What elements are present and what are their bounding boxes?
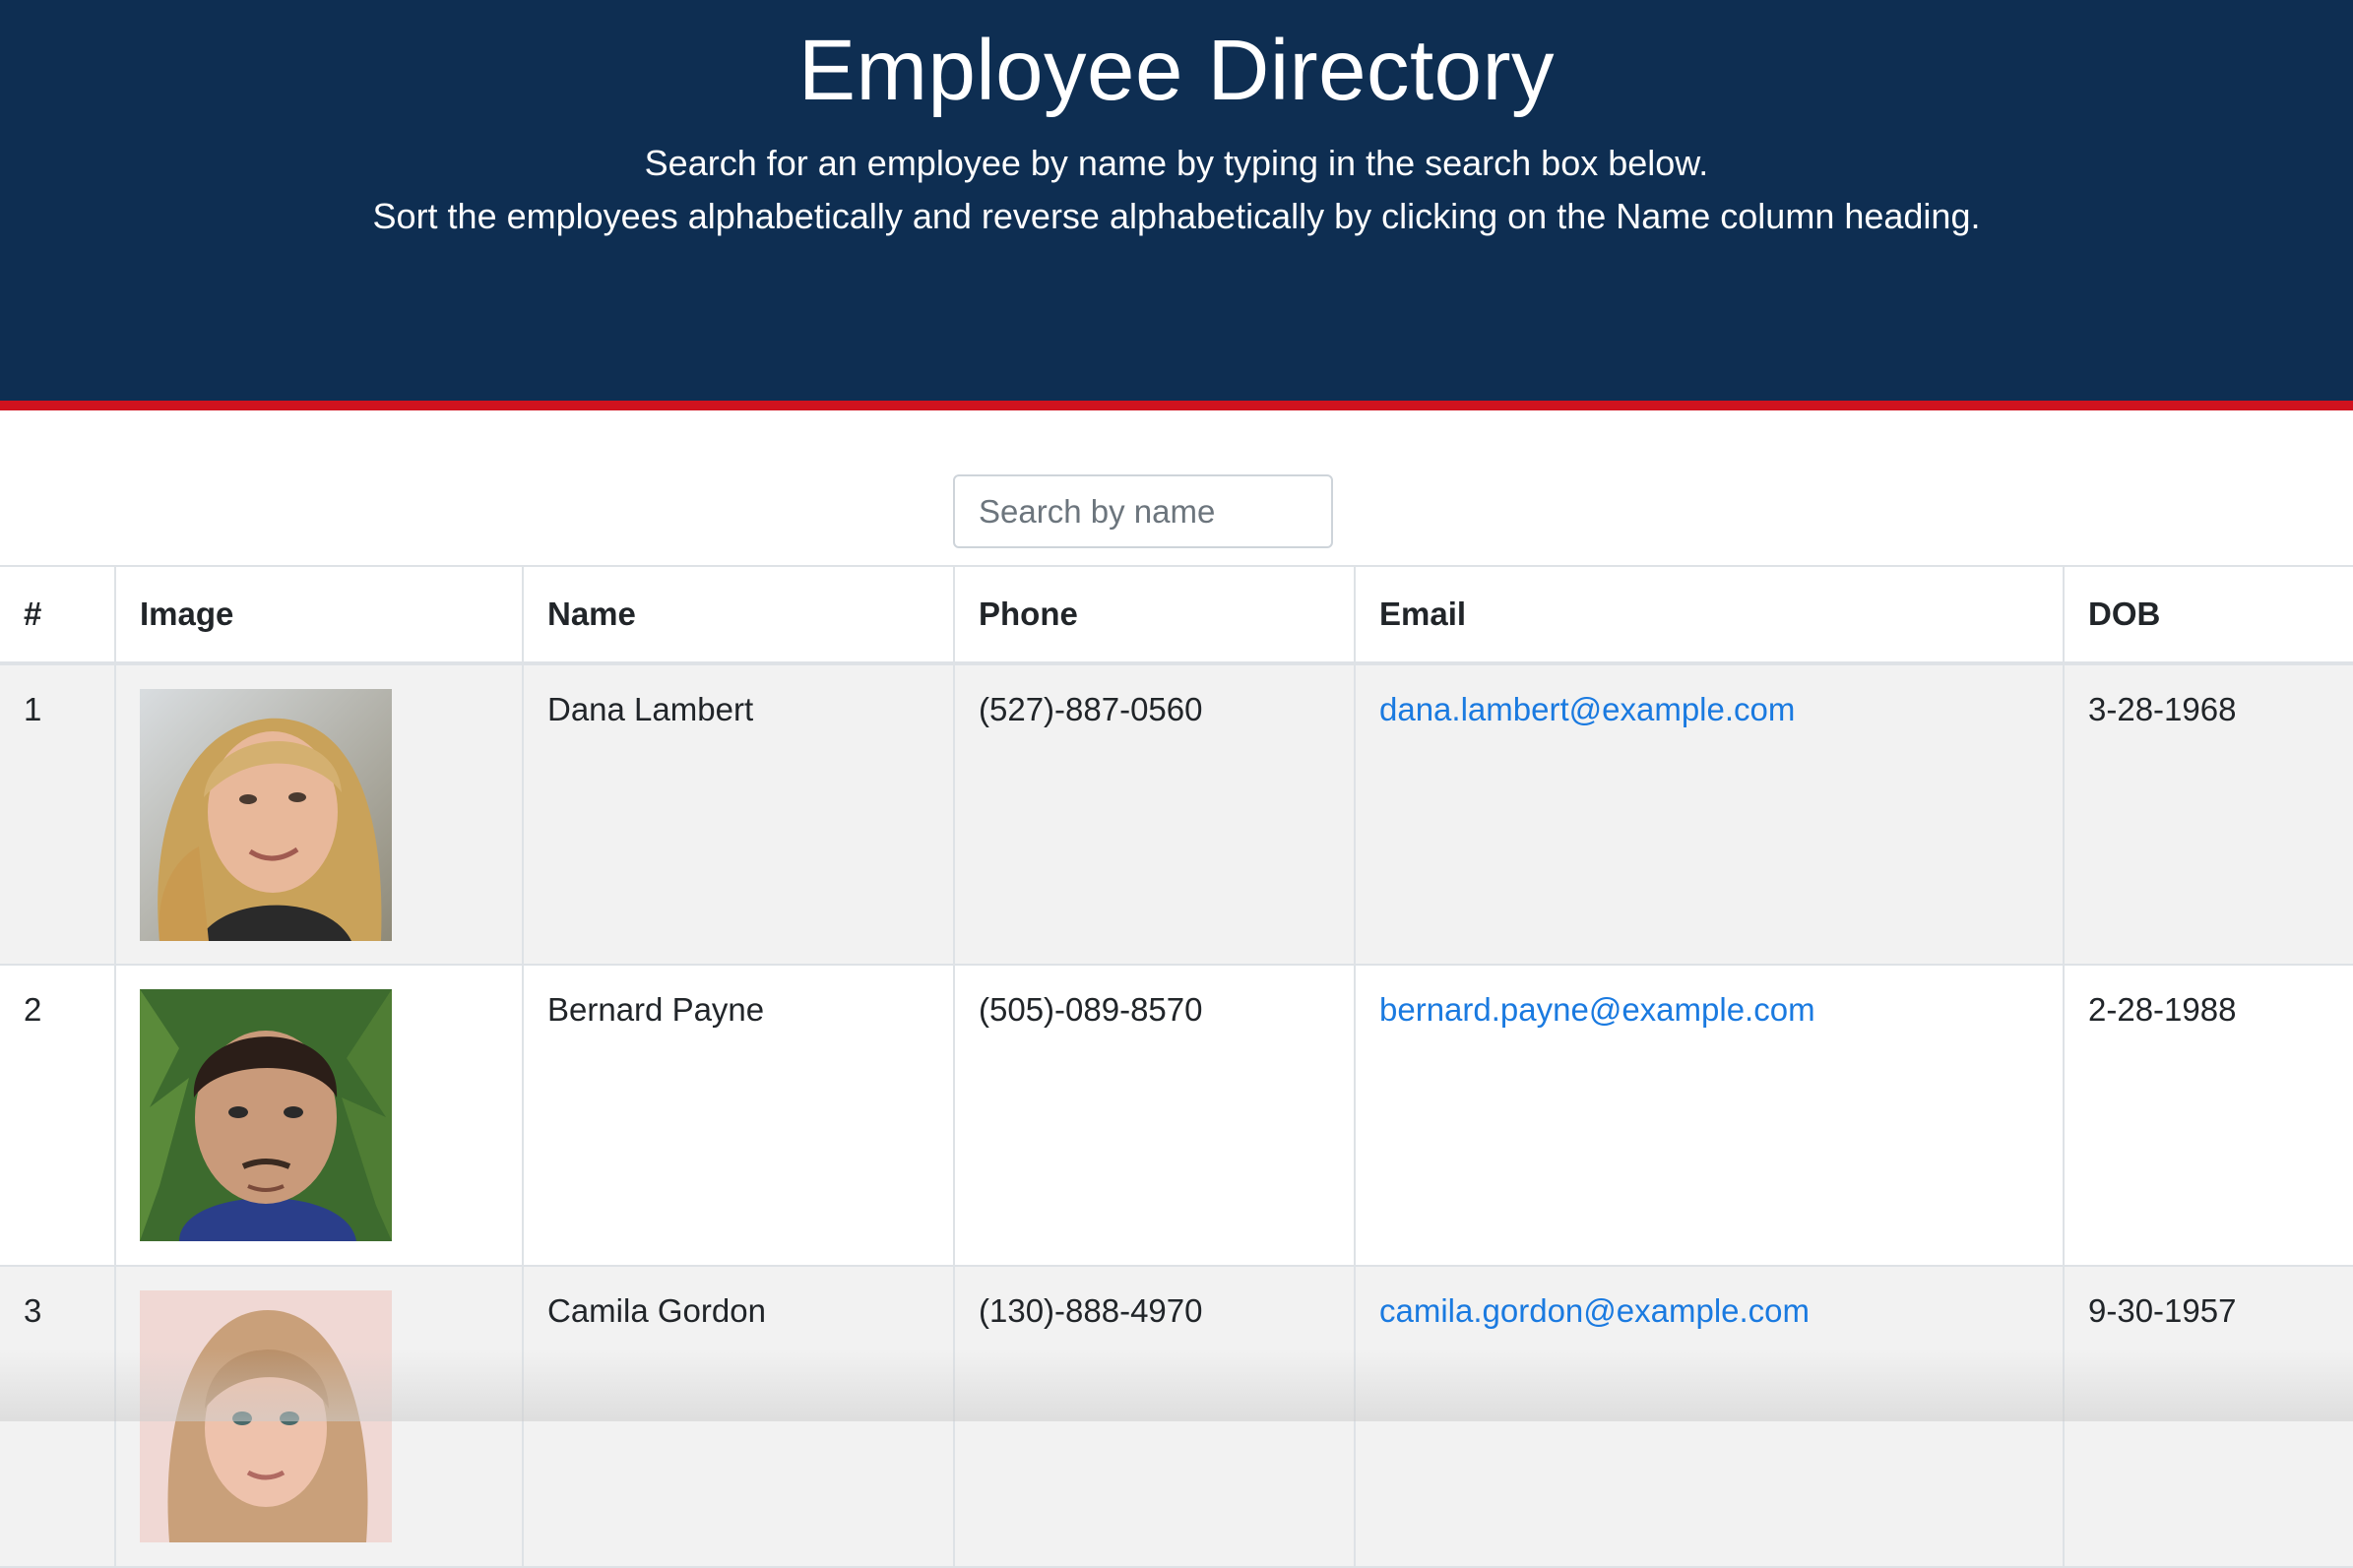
row-email-link[interactable]: bernard.payne@example.com [1379, 991, 1815, 1028]
table-header-row: # Image Name Phone Email DOB [0, 565, 2353, 665]
employee-photo [140, 1290, 392, 1542]
row-name: Camila Gordon [522, 1265, 955, 1568]
column-header-index: # [0, 565, 116, 665]
row-index: 2 [0, 964, 116, 1267]
table-row: 2 Bernard Payne (505)-089-8570 bernard.p [0, 964, 2353, 1267]
row-image-cell [114, 662, 524, 966]
page-subtitle-sort: Sort the employees alphabetically and re… [372, 196, 1981, 236]
row-email-link[interactable]: camila.gordon@example.com [1379, 1292, 1810, 1329]
row-image-cell [114, 964, 524, 1267]
table-row: 1 Dana Lambert (527)-887-0560 dana.lambe… [0, 662, 2353, 966]
row-name: Bernard Payne [522, 964, 955, 1267]
row-phone: (527)-887-0560 [953, 662, 1356, 966]
row-email-cell: dana.lambert@example.com [1354, 662, 2065, 966]
row-dob: 9-30-1957 [2063, 1265, 2353, 1568]
employee-table: # Image Name Phone Email DOB 1 Dana Lamb… [0, 565, 2353, 1568]
column-header-image: Image [114, 565, 524, 665]
employee-photo [140, 689, 392, 941]
row-email-cell: bernard.payne@example.com [1354, 964, 2065, 1267]
row-index: 3 [0, 1265, 116, 1568]
column-header-email: Email [1354, 565, 2065, 665]
search-container [953, 474, 1333, 548]
search-input[interactable] [953, 474, 1333, 548]
row-name: Dana Lambert [522, 662, 955, 966]
employee-photo [140, 989, 392, 1241]
row-image-cell [114, 1265, 524, 1568]
row-phone: (505)-089-8570 [953, 964, 1356, 1267]
row-index: 1 [0, 662, 116, 966]
page-subtitle-search: Search for an employee by name by typing… [644, 143, 1709, 183]
row-dob: 3-28-1968 [2063, 662, 2353, 966]
table-row: 3 Camila Gordon (130)-888-4970 camila.go… [0, 1265, 2353, 1568]
row-dob: 2-28-1988 [2063, 964, 2353, 1267]
column-header-phone: Phone [953, 565, 1356, 665]
row-phone: (130)-888-4970 [953, 1265, 1356, 1568]
column-header-name[interactable]: Name [522, 565, 955, 665]
page-title: Employee Directory [797, 23, 1556, 118]
row-email-link[interactable]: dana.lambert@example.com [1379, 691, 1795, 727]
column-header-dob: DOB [2063, 565, 2353, 665]
page-header: Employee Directory Search for an employe… [0, 0, 2353, 410]
row-email-cell: camila.gordon@example.com [1354, 1265, 2065, 1568]
